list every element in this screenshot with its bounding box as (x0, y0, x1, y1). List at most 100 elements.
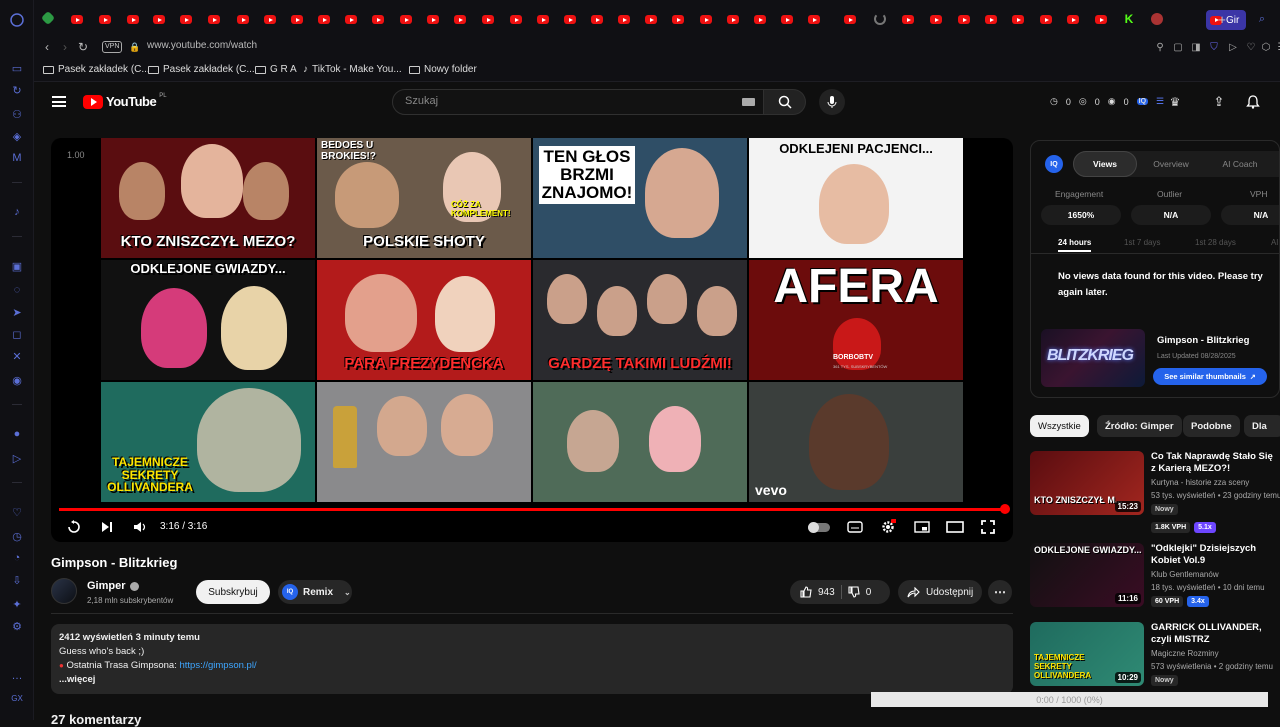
channel-name[interactable]: Klub Gentlemanów (1151, 570, 1219, 579)
range-24h[interactable]: 24 hours (1058, 238, 1092, 252)
search-input[interactable] (405, 95, 725, 107)
bookmark-folder[interactable]: Pasek zakładek (C... (43, 64, 150, 75)
spotify-icon[interactable]: ● (9, 426, 25, 442)
tour-link[interactable]: https://gimpson.pl/ (179, 660, 256, 671)
extensions-icon[interactable]: ⬡ (1260, 41, 1272, 53)
end-screen-video[interactable] (317, 382, 531, 502)
profile-tab-icon[interactable] (1151, 13, 1163, 25)
mail-icon[interactable]: M (9, 150, 25, 166)
bookmark-icon[interactable]: ◨ (1190, 41, 1202, 53)
channel-avatar[interactable] (51, 578, 77, 604)
chip-source[interactable]: Źródło: Gimper (1097, 415, 1182, 437)
youtube-tab-icon[interactable] (400, 15, 412, 24)
url-field[interactable]: www.youtube.com/watch (147, 40, 257, 51)
gx-control-icon[interactable]: ◈ (9, 128, 25, 144)
easy-setup-icon[interactable]: ☰ (1276, 41, 1280, 53)
video-title[interactable]: Co Tak Naprawdę Stało Się z Karierą MEZO… (1151, 451, 1279, 475)
settings-button[interactable] (879, 518, 897, 536)
youtube-tab-icon[interactable] (427, 15, 439, 24)
clock-icon[interactable]: ◔ (9, 550, 25, 566)
video-thumbnail[interactable]: KTO ZNISZCZYŁ M... 15:23 (1030, 451, 1144, 515)
fullscreen-button[interactable] (979, 518, 997, 536)
player-icon[interactable]: ♪ (9, 204, 25, 220)
end-screen-video[interactable] (533, 382, 747, 502)
tab-ai-coach[interactable]: AI Coach (1205, 151, 1275, 177)
chip-similar[interactable]: Podobne (1183, 415, 1240, 437)
youtube-tab-icon[interactable] (930, 15, 942, 24)
youtube-tab-icon[interactable] (127, 15, 139, 24)
youtube-tab-icon[interactable] (902, 15, 914, 24)
reload-icon[interactable]: ↻ (76, 40, 90, 54)
refresh-feed-icon[interactable]: ↻ (9, 82, 25, 98)
youtube-tab-icon[interactable] (318, 15, 330, 24)
video-thumbnail[interactable]: BLITZKRIEG (1041, 329, 1145, 387)
youtube-tab-icon[interactable] (99, 15, 111, 24)
kick-tab-icon[interactable]: K (1123, 12, 1135, 26)
tab-views[interactable]: Views (1073, 151, 1137, 177)
youtube-tab-icon[interactable] (727, 15, 739, 24)
voice-search-button[interactable] (819, 89, 845, 115)
more-icon[interactable]: … (9, 668, 25, 684)
list-icon[interactable]: ☰ (1156, 96, 1164, 107)
video-title[interactable]: GARRICK OLLIVANDER, czyli MISTRZ RÓŻDŻKA… (1151, 622, 1279, 646)
remix-button[interactable]: IQ Remix ⌄ (278, 580, 352, 604)
youtube-tab-icon[interactable] (537, 15, 549, 24)
pin-icon[interactable]: ⚲ (1154, 41, 1166, 53)
send-icon[interactable]: ▷ (1227, 41, 1239, 53)
ai-icon[interactable]: ⚇ (9, 106, 25, 122)
youtube-tab-icon[interactable] (754, 15, 766, 24)
end-screen-video[interactable]: TEN GŁOS BRZMI ZNAJOMO! (533, 138, 747, 258)
youtube-tab-icon[interactable] (591, 15, 603, 24)
similar-thumbnails-button[interactable]: See similar thumbnails ↗ (1153, 368, 1267, 385)
youtube-tab-icon[interactable] (345, 15, 357, 24)
video-thumbnail[interactable]: ODKLEJONE GWIAZDY... 11:16 (1030, 543, 1144, 607)
badge-icon[interactable]: ♛ (1167, 94, 1183, 110)
youtube-tab-icon[interactable] (372, 15, 384, 24)
subscribe-button[interactable]: Subskrybuj (196, 580, 270, 604)
chip-all[interactable]: Wszystkie (1030, 415, 1089, 437)
recommended-video[interactable]: TAJEMNICZE SEKRETY OLLIVANDERA 10:29 GARRI… (1030, 622, 1280, 692)
extensions-icon[interactable]: ✦ (9, 596, 25, 612)
youtube-tab-icon[interactable] (1040, 15, 1052, 24)
subtitles-button[interactable] (846, 518, 864, 536)
snapshot-icon[interactable]: ▢ (1172, 41, 1184, 53)
youtube-tab-icon[interactable] (1067, 15, 1079, 24)
more-actions-button[interactable]: ⋯ (988, 580, 1012, 604)
instagram-icon[interactable]: ◻ (9, 326, 25, 342)
youtube-tab-icon[interactable] (844, 15, 856, 24)
bookmark-link[interactable]: ♪ TikTok - Make You... (303, 64, 402, 75)
bookmark-folder[interactable]: Nowy folder (409, 64, 477, 75)
range-7d[interactable]: 1st 7 days (1124, 238, 1160, 247)
description-box[interactable]: 2412 wyświetleń 3 minuty temu Guess who'… (51, 624, 1013, 694)
notifications-icon[interactable] (1245, 94, 1261, 110)
range-all[interactable]: Al (1271, 238, 1278, 247)
bookmark-folder[interactable]: G R A (255, 64, 297, 75)
tab-overview[interactable]: Overview (1139, 151, 1203, 177)
menu-icon[interactable] (52, 96, 66, 107)
channel-name[interactable]: Magiczne Rozminy (1151, 649, 1219, 658)
youtube-tab-icon[interactable] (564, 15, 576, 24)
forward-icon[interactable]: › (58, 40, 72, 54)
bookmark-folder[interactable]: Pasek zakładek (C... (148, 64, 255, 75)
end-screen-video[interactable]: BEDOES U BROKIES!? CÓŻ ZA KOMPLEMENT! POLS… (317, 138, 531, 258)
youtube-tab-icon[interactable] (808, 15, 820, 24)
send-icon[interactable]: ▷ (9, 450, 25, 466)
youtube-tab-icon[interactable] (71, 15, 83, 24)
autoplay-toggle[interactable] (807, 518, 831, 536)
discord-icon[interactable]: ◉ (9, 372, 25, 388)
vpn-badge[interactable]: VPN (102, 41, 123, 53)
youtube-tab-icon[interactable] (482, 15, 494, 24)
search-button[interactable] (764, 89, 806, 115)
loading-tab-icon[interactable] (874, 13, 886, 25)
tab-search-icon[interactable]: ⌕ (1256, 13, 1268, 25)
heart-icon[interactable]: ♡ (1245, 41, 1257, 53)
youtube-tab-icon[interactable] (153, 15, 165, 24)
end-screen-video[interactable]: TAJEMNICZE SEKRETY OLLIVANDERA (101, 382, 315, 502)
x-icon[interactable]: ✕ (9, 348, 25, 364)
messenger-icon[interactable]: ◌ (9, 282, 25, 298)
end-screen-video[interactable]: ODKLEJONE GWIAZDY... (101, 260, 315, 380)
history-icon[interactable]: ◷ (9, 528, 25, 544)
workspace-icon[interactable]: ▭ (9, 60, 25, 76)
recommended-video[interactable]: KTO ZNISZCZYŁ M... 15:23 Co Tak Naprawdę S… (1030, 451, 1280, 533)
end-screen-video[interactable]: BORBOBTV 361 TYS. SUBSKRYBENTÓW AFERA (749, 260, 963, 380)
